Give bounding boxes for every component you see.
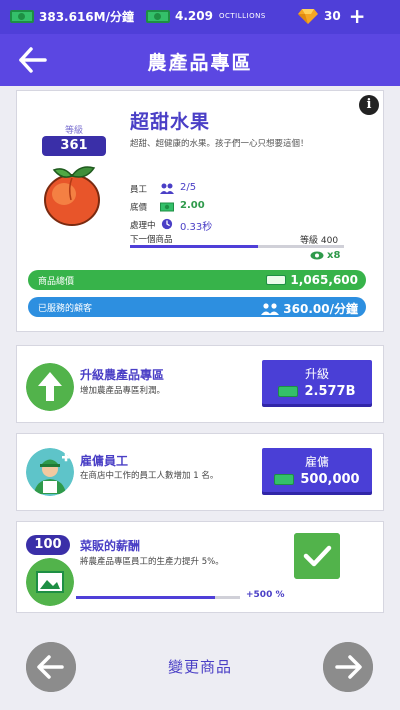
cash-icon [274,474,295,485]
gem-count: 30 [324,9,341,23]
upgrade-title: 升級農產品專區 [80,368,165,382]
upgrade-description: 增加農產品專區利潤。 [80,386,166,396]
eye-icon [310,251,324,260]
peach-icon [44,166,100,226]
octillions-value: 4.209 [175,9,213,23]
checkmark-icon [294,533,340,579]
upgrade-button-label: 升級 [304,367,329,381]
cash-icon [278,386,299,397]
upgrade-arrow-icon [26,363,74,411]
hire-button[interactable]: 雇傭 500,000 [262,448,372,492]
customers-served-bar: 已服務的顧客 360.00/分鐘 [28,297,366,317]
hire-button-label: 雇傭 [304,455,329,469]
gem-icon [298,9,318,24]
product-description: 超甜、超健康的水果。孩子們一心只想要這個！ [130,139,309,149]
page-title: 農產品專區 [147,52,253,74]
workers-value: 2/5 [180,182,197,193]
salary-level-badge: 100 [26,535,70,555]
hire-cost: 500,000 [262,472,372,487]
add-gems-button[interactable]: + [349,6,366,26]
total-price-bar: 商品總價 1,065,600 [28,270,366,290]
salary-progress-label: +500 % [246,590,285,600]
cash-icon [10,9,34,23]
octillions-unit: OCTILLIONS [218,12,266,20]
cash-icon [160,202,174,212]
salary-progress-fill [76,596,216,599]
upgrade-cost: 2.577B [262,384,372,399]
workers-label: 員工 [130,185,148,195]
people-icon [261,302,280,315]
next-product-progress-fill [130,245,259,248]
header: 農產品專區 [0,34,400,86]
cash-icon [266,275,287,285]
processing-label: 處理中 [130,221,156,231]
product-name: 超甜水果 [130,111,211,133]
upgrade-cost-value: 2.577B [304,384,356,399]
customers-served-label: 已服務的顧客 [38,304,93,314]
salary-description: 將農產品專區員工的生產力提升 5%。 [80,557,224,567]
level-label: 等級 [64,126,83,136]
price-label: 底價 [130,203,148,213]
hire-cost-value: 500,000 [300,472,360,487]
level-badge: 361 [42,136,106,156]
cash-rate-value: 383.616M/分鐘 [39,9,134,24]
multiplier: x8 [310,250,340,261]
hire-description: 在商店中工作的員工人數增加 1 名。 [80,471,219,481]
price-value: 2.00 [180,200,205,211]
cash-rate-display: 383.616M/分鐘 [10,6,134,26]
clock-icon [161,218,173,230]
cash-bundle-icon [26,558,74,606]
next-product-button[interactable] [323,642,373,692]
upgrade-button[interactable]: 升級 2.577B [262,360,372,404]
total-price: 1,065,600 [266,273,358,287]
next-product-label: 下一個商品 [130,235,173,245]
cash-icon [146,9,170,23]
info-icon[interactable]: i [359,95,379,115]
worker-icon [26,448,74,496]
salary-title: 菜販的薪酬 [80,539,141,553]
gem-display: 30 + [298,6,365,26]
workers-icon [160,183,174,194]
multiplier-value: x8 [327,250,341,261]
hire-title: 雇傭員工 [80,454,129,468]
total-price-label: 商品總價 [38,277,75,287]
next-product-progress [130,245,344,248]
salary-progress-bar [76,596,240,599]
customers-served: 360.00/分鐘 [261,300,358,317]
octillions-display: 4.209 OCTILLIONS [146,6,266,26]
customers-served-value: 360.00/分鐘 [283,302,358,316]
processing-value: 0.33秒 [180,222,213,233]
total-price-value: 1,065,600 [290,273,358,287]
